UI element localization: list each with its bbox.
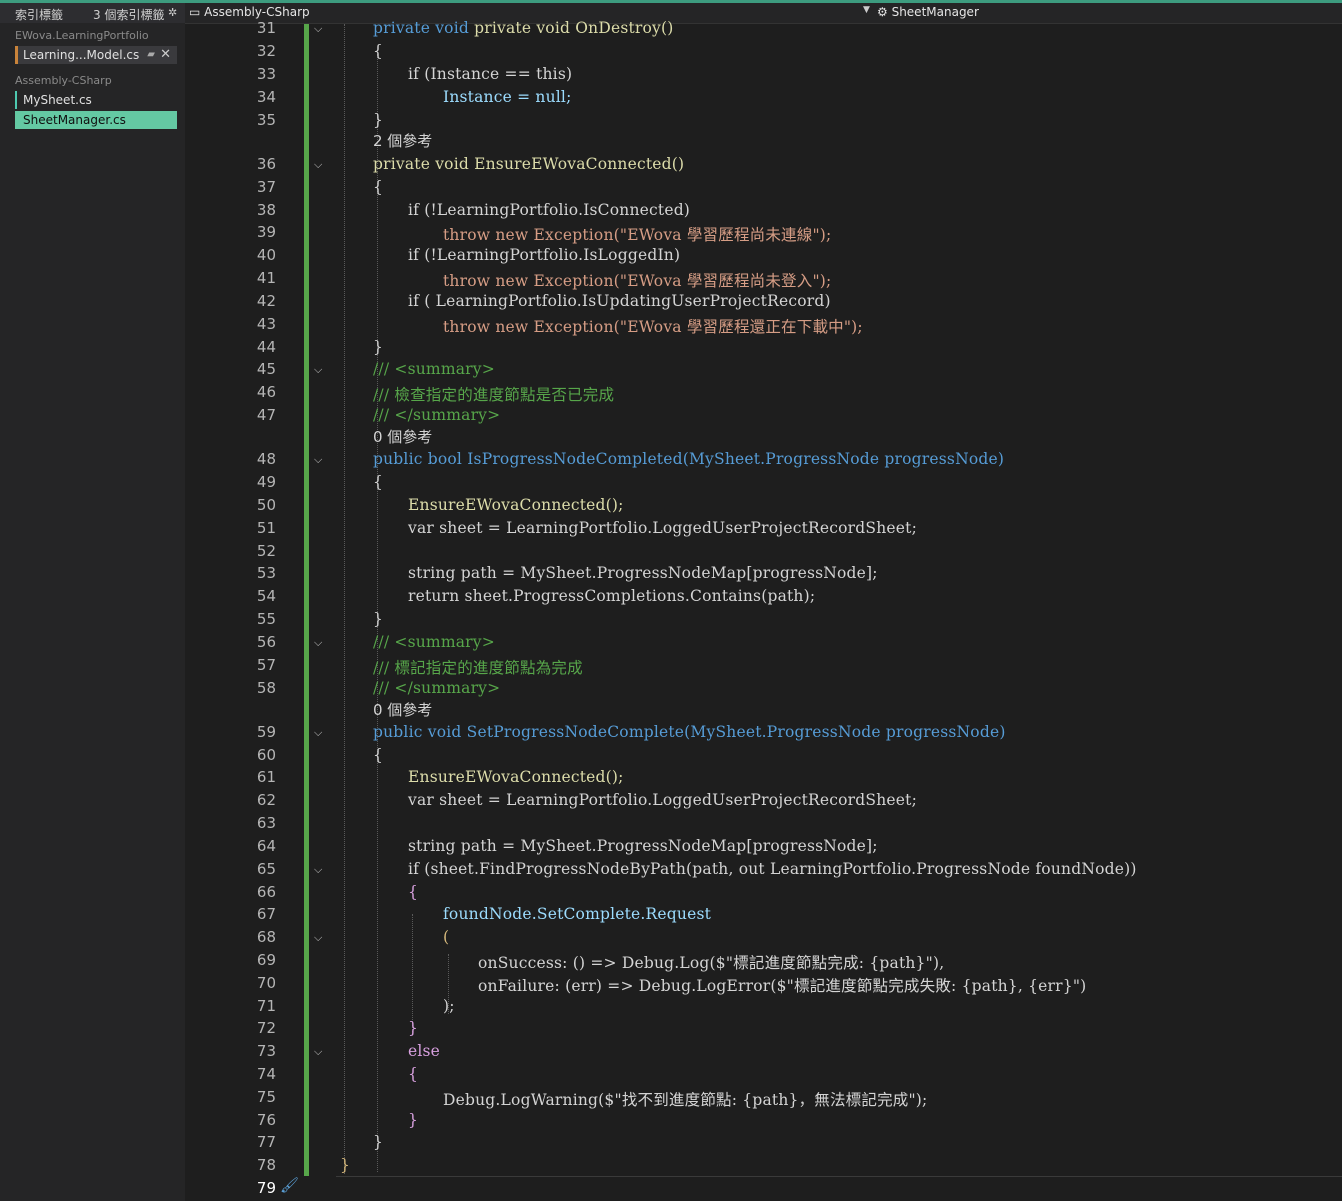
code-editor[interactable]: 31 ⌵ private void private void OnDestroy(… xyxy=(186,19,1342,1201)
pin-icon[interactable]: ▰ xyxy=(147,46,155,64)
tab-label: SheetManager.cs xyxy=(23,113,126,127)
collapse-icon[interactable]: ⌵ xyxy=(314,1045,322,1059)
code-line: } xyxy=(373,338,384,356)
code-line: public bool IsProgressNodeCompleted(MySh… xyxy=(373,450,1005,468)
collapse-icon[interactable]: ⌵ xyxy=(314,22,322,36)
tab-label: Learning...Model.cs xyxy=(23,48,140,62)
code-line: /// <summary> xyxy=(373,633,495,651)
tab-label: MySheet.cs xyxy=(23,93,92,107)
code-line: { xyxy=(373,178,384,196)
code-line: { xyxy=(408,1065,419,1083)
tab-count-label[interactable]: 3 個索引標籤 xyxy=(93,6,164,23)
project-name: Assembly-CSharp xyxy=(204,5,310,19)
gear-icon[interactable]: ✲ xyxy=(168,6,177,19)
tab-group-ewova: EWova.LearningPortfolio xyxy=(15,29,149,42)
code-line: if (!LearningPortfolio.IsLoggedIn) xyxy=(408,246,681,264)
class-dropdown[interactable]: ⚙ SheetManager xyxy=(877,5,979,19)
code-line: else xyxy=(408,1042,441,1060)
code-line: /// </summary> xyxy=(373,679,501,697)
code-line: } xyxy=(340,1156,351,1174)
code-line: { xyxy=(408,883,419,901)
code-line: { xyxy=(373,42,384,60)
code-line: string path = MySheet.ProgressNodeMap[pr… xyxy=(408,837,878,855)
vertical-tab-sidebar: EWova.LearningPortfolio Learning...Model… xyxy=(0,23,185,1201)
code-line: /// </summary> xyxy=(373,406,501,424)
tab-mysheet[interactable]: MySheet.cs xyxy=(15,91,177,109)
code-line: EnsureEWovaConnected(); xyxy=(408,768,624,786)
tab-learning-model[interactable]: Learning...Model.cs ▰ ✕ xyxy=(15,46,177,64)
project-dropdown[interactable]: ▭ Assembly-CSharp xyxy=(189,5,310,19)
collapse-icon[interactable]: ⌵ xyxy=(314,363,322,377)
close-icon[interactable]: ✕ xyxy=(160,46,171,64)
code-line: } xyxy=(373,111,384,129)
collapse-icon[interactable]: ⌵ xyxy=(314,931,322,945)
code-lines: 31 ⌵ private void private void OnDestroy(… xyxy=(256,19,1137,1197)
code-line: /// 檢查指定的進度節點是否已完成 xyxy=(373,386,615,404)
chevron-down-icon[interactable]: ▼ xyxy=(863,5,870,15)
code-line: public void SetProgressNodeComplete(MySh… xyxy=(373,723,1006,741)
collapse-icon[interactable]: ⌵ xyxy=(314,863,322,877)
code-line: { xyxy=(373,473,384,491)
collapse-icon[interactable]: ⌵ xyxy=(314,453,322,467)
code-line: onSuccess: () => Debug.Log($"標記進度節點完成: {… xyxy=(478,954,945,972)
code-line: if ( LearningPortfolio.IsUpdatingUserPro… xyxy=(408,292,831,310)
code-line: throw new Exception("EWova 學習歷程還正在下載中"); xyxy=(443,318,863,336)
code-line: return sheet.ProgressCompletions.Contain… xyxy=(408,587,816,605)
class-name: SheetManager xyxy=(891,5,979,19)
code-line: string path = MySheet.ProgressNodeMap[pr… xyxy=(408,564,878,582)
code-line: foundNode.SetComplete.Request xyxy=(443,905,712,923)
code-line: if (sheet.FindProgressNodeByPath(path, o… xyxy=(408,860,1137,878)
code-line: throw new Exception("EWova 學習歷程尚未連線"); xyxy=(443,226,832,244)
reference-count[interactable]: 0 個參考 xyxy=(373,699,432,720)
code-line: throw new Exception("EWova 學習歷程尚未登入"); xyxy=(443,272,832,290)
code-line: /// <summary> xyxy=(373,360,495,378)
code-line: private void EnsureEWovaConnected() xyxy=(373,155,685,173)
tab-sheetmanager[interactable]: SheetManager.cs xyxy=(15,111,177,129)
code-line: onFailure: (err) => Debug.LogError($"標記進… xyxy=(478,977,1087,995)
code-line: Instance = null; xyxy=(443,88,572,106)
brush-icon[interactable]: 🖌 xyxy=(280,1176,299,1194)
code-line: } xyxy=(373,1133,384,1151)
reference-count[interactable]: 0 個參考 xyxy=(373,426,432,447)
collapse-icon[interactable]: ⌵ xyxy=(314,636,322,650)
code-line: ); xyxy=(443,997,455,1015)
tab-group-assembly: Assembly-CSharp xyxy=(15,74,112,87)
collapse-icon[interactable]: ⌵ xyxy=(314,158,322,172)
code-line: { xyxy=(373,746,384,764)
current-line-highlight xyxy=(336,1176,1342,1177)
code-line: Debug.LogWarning($"找不到進度節點: {path}，無法標記完… xyxy=(443,1091,928,1109)
code-line: if (Instance == this) xyxy=(408,65,573,83)
reference-count[interactable]: 2 個參考 xyxy=(373,130,432,151)
code-line: private void private void OnDestroy() xyxy=(373,19,674,37)
code-line: ( xyxy=(443,928,450,946)
code-line: var sheet = LearningPortfolio.LoggedUser… xyxy=(408,519,917,537)
code-line: if (!LearningPortfolio.IsConnected) xyxy=(408,201,691,219)
code-line: /// 標記指定的進度節點為完成 xyxy=(373,659,583,677)
collapse-icon[interactable]: ⌵ xyxy=(314,726,322,740)
tab-group-label[interactable]: 索引標籤 xyxy=(15,6,63,23)
code-line: } xyxy=(408,1019,419,1037)
code-line: EnsureEWovaConnected(); xyxy=(408,496,624,514)
code-line: } xyxy=(408,1111,419,1129)
tab-group-header: 索引標籤 3 個索引標籤 ✲ xyxy=(0,3,185,23)
navigation-bar: ▭ Assembly-CSharp ▼ ⚙ SheetManager xyxy=(185,3,1342,24)
code-line: var sheet = LearningPortfolio.LoggedUser… xyxy=(408,791,917,809)
code-line: } xyxy=(373,610,384,628)
